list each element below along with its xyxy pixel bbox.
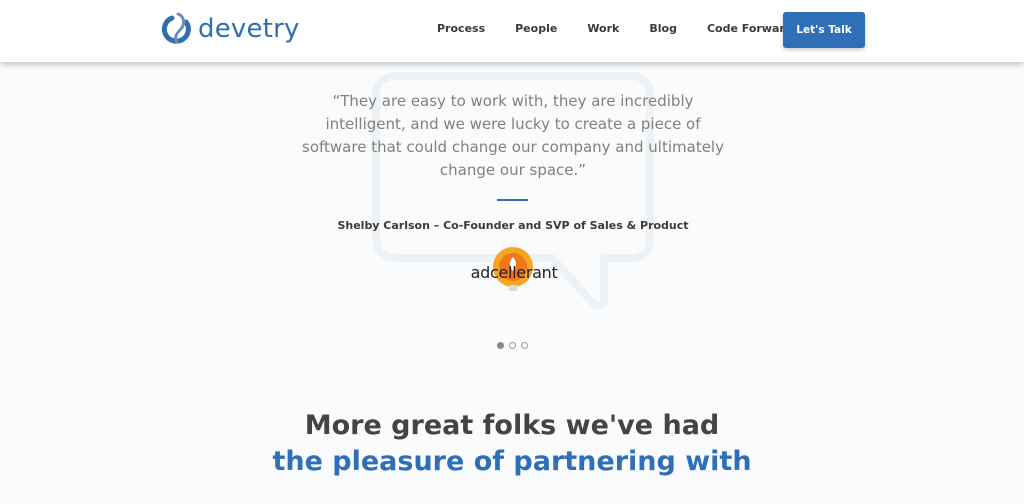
devetry-logo-icon — [162, 12, 191, 44]
nav-item-people[interactable]: People — [515, 22, 557, 35]
site-header: devetry Process People Work Blog Code Fo… — [0, 0, 1024, 62]
lets-talk-button[interactable]: Let's Talk — [783, 12, 865, 48]
nav-item-blog[interactable]: Blog — [649, 22, 677, 35]
partners-headline: More great folks we've had — [304, 410, 720, 441]
devetry-logo[interactable]: devetry — [162, 12, 300, 46]
testimonial-quote: “They are easy to work with, they are in… — [302, 92, 724, 179]
carousel-dot-1[interactable] — [497, 342, 504, 349]
adcellerant-logo: adcellerant — [468, 245, 560, 293]
client-logo-text: adcellerant — [470, 263, 558, 282]
nav-item-process[interactable]: Process — [437, 22, 485, 35]
quote-divider — [497, 199, 528, 201]
carousel-dot-3[interactable] — [521, 342, 528, 349]
nav-item-work[interactable]: Work — [587, 22, 619, 35]
testimonial-author: Shelby Carlson – Co-Founder and SVP of S… — [337, 219, 689, 232]
nav-item-code-forward[interactable]: Code Forward — [707, 22, 793, 35]
main-nav: Process People Work Blog Code Forward — [437, 22, 823, 35]
carousel-dots — [497, 342, 533, 349]
carousel-dot-2[interactable] — [509, 342, 516, 349]
logo-text: devetry — [198, 14, 300, 44]
partners-headline-highlight: the pleasure of partnering with — [272, 446, 752, 477]
